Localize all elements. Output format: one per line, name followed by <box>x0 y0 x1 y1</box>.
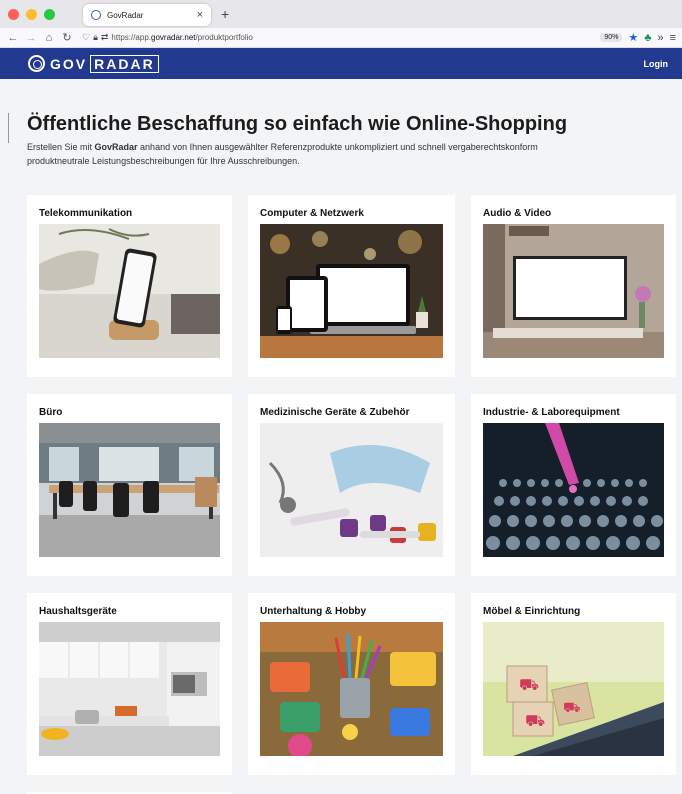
category-grid: Telekommunikation Computer & Netzwerk Au… <box>27 195 682 775</box>
category-card-computer-netzwerk[interactable]: Computer & Netzwerk <box>248 195 455 377</box>
category-image-hobby[interactable] <box>260 622 443 756</box>
overflow-chevron-icon[interactable]: » <box>657 32 663 44</box>
govradar-logo[interactable]: GOV RADAR <box>28 54 159 73</box>
category-title: Möbel & Einrichtung <box>483 606 581 617</box>
svg-text:⛟: ⛟ <box>525 711 545 730</box>
category-card-haushaltsgeraete[interactable]: Haushaltsgeräte <box>27 593 232 775</box>
devices-illustration <box>260 224 443 358</box>
svg-text:⛟: ⛟ <box>563 700 581 716</box>
reload-icon[interactable]: ↻ <box>60 31 74 44</box>
hobby-illustration <box>260 622 443 756</box>
category-title: Audio & Video <box>483 208 552 219</box>
close-window-button[interactable] <box>8 8 19 20</box>
logo-radar-text: RADAR <box>90 54 159 73</box>
category-title: Medizinische Geräte & Zubehör <box>260 407 410 418</box>
address-bar[interactable]: ♡ 🔒︎ ⇄ https://app.govradar.net/produktp… <box>82 32 600 43</box>
minimize-window-button[interactable] <box>26 8 37 20</box>
category-image-medical[interactable] <box>260 423 443 557</box>
back-arrow-icon[interactable]: ← <box>6 32 20 44</box>
category-image-office[interactable] <box>39 423 220 557</box>
url-text[interactable]: https://app.govradar.net/produktportfoli… <box>111 33 252 42</box>
home-icon[interactable]: ⌂ <box>42 32 56 44</box>
kitchen-illustration <box>39 622 220 756</box>
tab-title: GovRadar <box>107 10 144 20</box>
svg-text:⛟: ⛟ <box>519 675 539 694</box>
office-illustration <box>39 423 220 557</box>
category-image-lab[interactable] <box>483 423 664 557</box>
site-header: GOV RADAR Login <box>0 48 682 79</box>
shopping-illustration: ⛟ ⛟ ⛟ <box>483 622 664 756</box>
category-card-moebel-einrichtung[interactable]: Möbel & Einrichtung ⛟ ⛟ ⛟ <box>471 593 676 775</box>
category-image-kitchen[interactable] <box>39 622 220 756</box>
zoom-level[interactable]: 90% <box>600 33 623 42</box>
category-title: Industrie- & Laborequipment <box>483 407 620 418</box>
browser-nav-bar: ← → ⌂ ↻ ♡ 🔒︎ ⇄ https://app.govradar.net/… <box>0 28 682 48</box>
category-image-tv[interactable] <box>483 224 664 358</box>
category-image-devices[interactable] <box>260 224 443 358</box>
category-card-buero[interactable]: Büro <box>27 394 232 576</box>
intro-text: Erstellen Sie mit GovRadar anhand von Ih… <box>27 142 538 166</box>
category-title: Büro <box>39 407 63 418</box>
category-card-industrie-labor[interactable]: Industrie- & Laborequipment <box>471 394 676 576</box>
category-card-telekommunikation[interactable]: Telekommunikation <box>27 195 232 377</box>
category-title: Telekommunikation <box>39 208 133 219</box>
login-link[interactable]: Login <box>644 59 669 69</box>
tv-illustration <box>483 224 664 358</box>
extension-icon[interactable]: ♣ <box>644 32 651 44</box>
radar-logo-icon <box>28 55 45 72</box>
menu-icon[interactable]: ≡ <box>670 32 676 44</box>
scroll-indicator <box>8 113 9 143</box>
medical-illustration <box>260 423 443 557</box>
forward-arrow-icon[interactable]: → <box>24 32 38 44</box>
phone-illustration <box>39 224 220 358</box>
page-title: Öffentliche Beschaffung so einfach wie O… <box>27 113 568 135</box>
category-title: Computer & Netzwerk <box>260 208 364 219</box>
category-title: Unterhaltung & Hobby <box>260 606 367 617</box>
category-card-audio-video[interactable]: Audio & Video <box>471 195 676 377</box>
permissions-icon[interactable]: ⇄ <box>101 32 109 43</box>
logo-gov-text: GOV <box>50 55 88 72</box>
shield-icon[interactable]: ♡ <box>82 32 90 43</box>
lab-illustration <box>483 423 664 557</box>
bookmark-star-icon[interactable]: ★ <box>628 31 638 44</box>
radar-favicon-icon <box>91 10 101 20</box>
browser-tab-bar: GovRadar × + <box>0 0 682 28</box>
category-image-phone[interactable] <box>39 224 220 358</box>
category-title: Haushaltsgeräte <box>39 606 117 617</box>
category-card-medizin[interactable]: Medizinische Geräte & Zubehör <box>248 394 455 576</box>
main-content: Öffentliche Beschaffung so einfach wie O… <box>0 113 682 794</box>
new-tab-button[interactable]: + <box>221 6 229 22</box>
browser-tab[interactable]: GovRadar × <box>83 4 211 26</box>
maximize-window-button[interactable] <box>44 8 55 20</box>
category-image-shopping[interactable]: ⛟ ⛟ ⛟ <box>483 622 664 756</box>
window-controls <box>8 8 55 20</box>
category-card-unterhaltung-hobby[interactable]: Unterhaltung & Hobby <box>248 593 455 775</box>
lock-icon[interactable]: 🔒︎ <box>93 32 98 43</box>
tab-close-icon[interactable]: × <box>197 9 203 21</box>
